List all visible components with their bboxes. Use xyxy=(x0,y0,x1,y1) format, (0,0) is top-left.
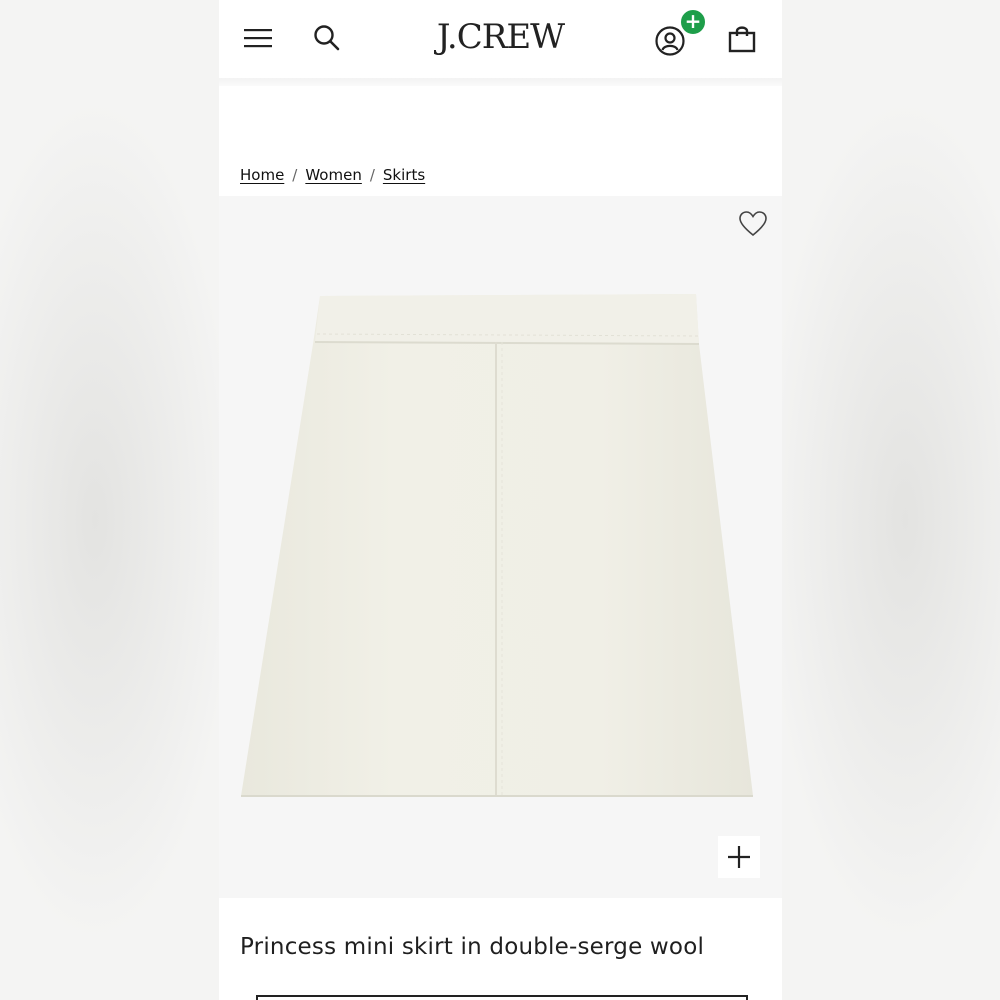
bag-icon xyxy=(728,26,756,53)
product-image xyxy=(241,294,753,797)
menu-button[interactable] xyxy=(241,22,275,54)
wishlist-button[interactable] xyxy=(736,208,770,240)
shopping-bag-button[interactable] xyxy=(725,22,759,56)
product-image-area[interactable] xyxy=(219,196,782,898)
site-logo[interactable]: J.CREW xyxy=(369,17,632,57)
product-title: Princess mini skirt in double-serge wool xyxy=(240,934,705,960)
breadcrumb: Home / Women / Skirts xyxy=(240,166,425,184)
site-header: J.CREW + xyxy=(219,0,782,78)
account-icon xyxy=(655,26,685,56)
breadcrumb-separator: / xyxy=(292,166,298,184)
breadcrumb-separator: / xyxy=(369,166,375,184)
breadcrumb-women[interactable]: Women xyxy=(305,166,361,184)
header-divider xyxy=(219,78,782,86)
zoom-button[interactable] xyxy=(718,836,760,878)
plus-icon xyxy=(728,846,750,868)
account-badge: + xyxy=(680,9,706,35)
search-button[interactable] xyxy=(311,22,343,54)
breadcrumb-home[interactable]: Home xyxy=(240,166,284,184)
heart-icon xyxy=(739,211,767,237)
breadcrumb-skirts[interactable]: Skirts xyxy=(383,166,425,184)
product-page: J.CREW + Home / Women / Skirts Princess … xyxy=(219,0,782,1000)
menu-icon xyxy=(244,29,272,48)
size-select[interactable] xyxy=(256,995,748,1000)
search-icon xyxy=(314,25,340,51)
